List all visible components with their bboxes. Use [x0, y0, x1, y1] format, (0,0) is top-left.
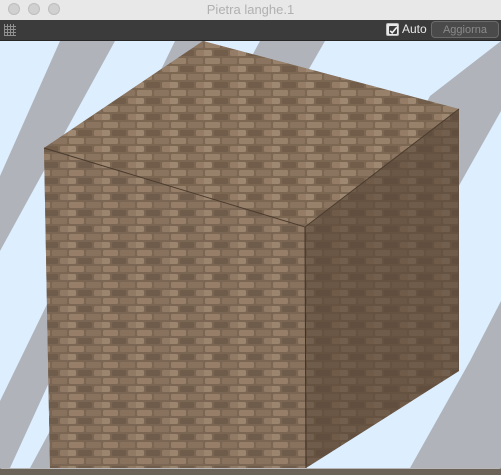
auto-label: Auto	[402, 22, 427, 36]
preview-render	[0, 41, 501, 468]
preview-window: Pietra langhe.1 Auto Aggiorna	[0, 0, 501, 468]
grid-grip-icon[interactable]	[4, 24, 16, 36]
title-bar[interactable]: Pietra langhe.1	[0, 0, 501, 21]
update-button[interactable]: Aggiorna	[431, 21, 499, 38]
toolbar: Auto Aggiorna	[0, 20, 501, 41]
material-preview[interactable]	[0, 41, 501, 468]
window-title: Pietra langhe.1	[206, 2, 295, 17]
checkmark-icon	[389, 26, 398, 34]
stone-cube	[43, 41, 460, 468]
auto-checkbox[interactable]	[386, 23, 399, 36]
